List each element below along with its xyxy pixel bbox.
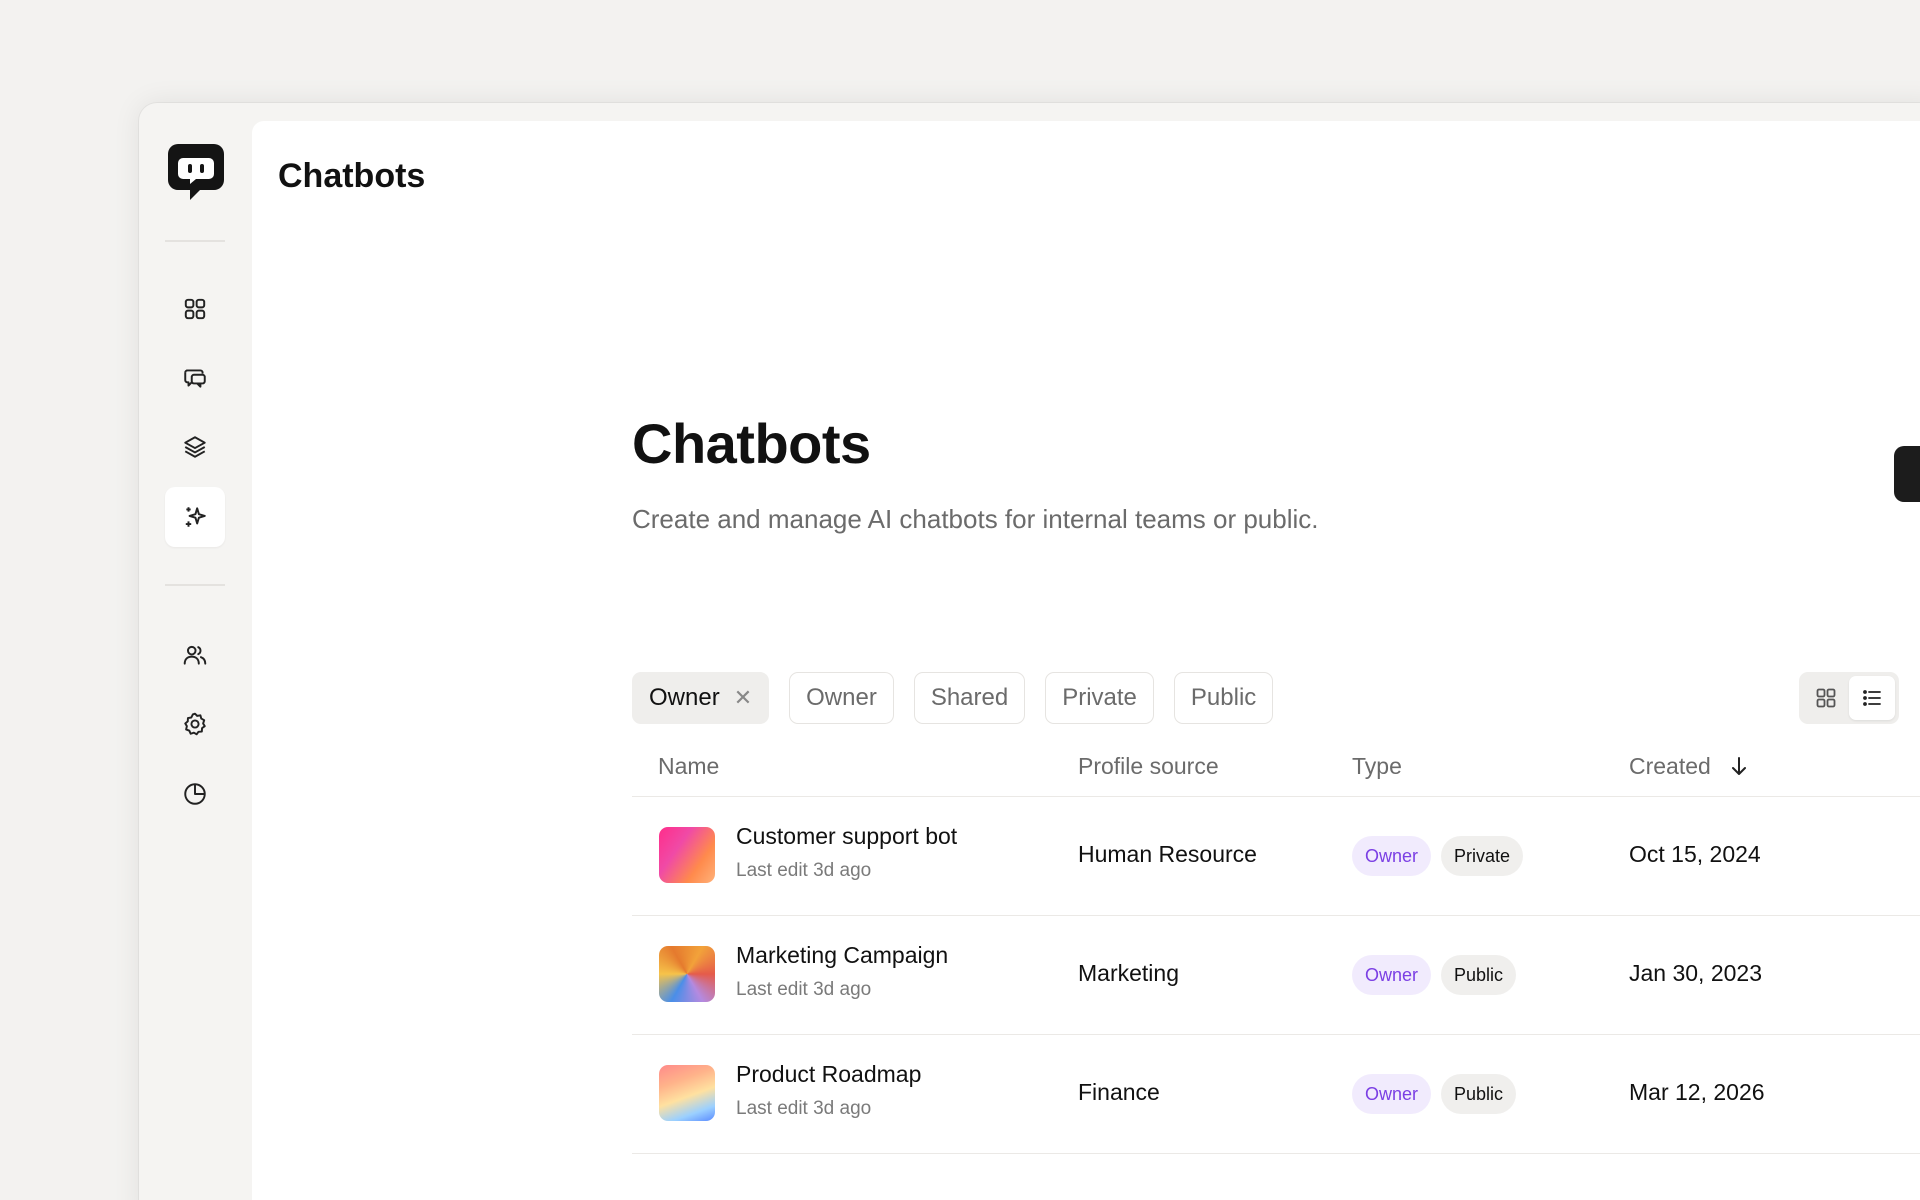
sidebar-item-dashboard[interactable] — [165, 279, 225, 339]
active-filter-label: Owner — [649, 684, 720, 711]
chatbot-avatar — [659, 827, 715, 883]
table-row[interactable]: Product Roadmap Last edit 3d ago Finance… — [632, 1035, 1920, 1154]
table-row[interactable]: Marketing Campaign Last edit 3d ago Mark… — [632, 916, 1920, 1035]
column-header-type[interactable]: Type — [1352, 753, 1402, 780]
visibility-badge: Private — [1441, 836, 1524, 876]
filter-chip-public[interactable]: Public — [1173, 672, 1274, 724]
column-header-created[interactable]: Created — [1629, 753, 1749, 780]
chatbots-table: Name Profile source Type Created A Custo… — [632, 741, 1920, 1154]
created-date: Mar 12, 2026 — [1629, 1079, 1765, 1105]
table-row[interactable]: Customer support bot Last edit 3d ago Hu… — [632, 797, 1920, 916]
filter-chip-shared[interactable]: Shared — [913, 672, 1026, 724]
type-badges: Owner Public — [1352, 1074, 1517, 1114]
gear-icon — [184, 712, 206, 736]
sparkles-icon — [185, 507, 206, 527]
chatbot-name[interactable]: Product Roadmap — [736, 1061, 921, 1088]
grid-view-button[interactable] — [1803, 676, 1849, 720]
last-edit-text: Last edit 3d ago — [736, 1098, 872, 1119]
filter-chip-private[interactable]: Private — [1045, 672, 1154, 724]
layers-icon — [184, 436, 206, 458]
create-chatbot-button[interactable] — [1894, 446, 1920, 502]
chatbot-avatar — [659, 946, 715, 1002]
visibility-badge: Public — [1441, 1074, 1517, 1114]
sidebar-item-team[interactable] — [165, 625, 225, 685]
active-filter-chip[interactable]: Owner ✕ — [632, 672, 770, 724]
filter-bar: Owner ✕ Owner Shared Private Public — [632, 672, 1274, 724]
sidebar-divider — [165, 584, 225, 586]
column-header-created-label: Created — [1629, 753, 1711, 779]
list-view-icon — [1863, 690, 1881, 706]
app-window: Chatbots Chatbots Create and manage AI c… — [139, 103, 1920, 1200]
close-icon[interactable]: ✕ — [734, 685, 752, 711]
sidebar-item-chats[interactable] — [165, 348, 225, 408]
grid-view-icon — [1816, 688, 1836, 708]
list-view-button[interactable] — [1849, 676, 1895, 720]
profile-source: Marketing — [1078, 960, 1179, 986]
view-toggle — [1799, 672, 1899, 724]
pie-chart-icon — [184, 783, 206, 805]
last-edit-text: Last edit 3d ago — [736, 860, 872, 881]
profile-source: Human Resource — [1078, 841, 1257, 867]
main-panel: Chatbots Chatbots Create and manage AI c… — [252, 121, 1920, 1200]
topbar-title: Chatbots — [278, 157, 426, 195]
sidebar-item-chatbots[interactable] — [165, 487, 225, 547]
chatbot-avatar — [659, 1065, 715, 1121]
type-badges: Owner Public — [1352, 955, 1517, 995]
sidebar — [139, 103, 252, 1200]
chat-bubble-logo-icon[interactable] — [166, 140, 226, 204]
visibility-badge: Public — [1441, 955, 1517, 995]
created-date: Oct 15, 2024 — [1629, 841, 1761, 867]
owner-badge: Owner — [1352, 1074, 1432, 1114]
column-header-profile-source[interactable]: Profile source — [1078, 753, 1219, 780]
table-header: Name Profile source Type Created A — [632, 741, 1920, 797]
arrow-down-icon — [1732, 757, 1747, 775]
chatbot-name[interactable]: Marketing Campaign — [736, 942, 948, 969]
chat-icon — [184, 369, 206, 388]
page-title: Chatbots — [632, 412, 871, 475]
sidebar-item-analytics[interactable] — [165, 764, 225, 824]
sidebar-item-settings[interactable] — [165, 694, 225, 754]
filter-chip-owner[interactable]: Owner — [789, 672, 894, 724]
chatbot-name[interactable]: Customer support bot — [736, 823, 957, 850]
owner-badge: Owner — [1352, 836, 1432, 876]
column-header-name[interactable]: Name — [658, 753, 719, 780]
grid-icon — [184, 298, 206, 320]
type-badges: Owner Private — [1352, 836, 1524, 876]
owner-badge: Owner — [1352, 955, 1432, 995]
created-date: Jan 30, 2023 — [1629, 960, 1763, 986]
page-subtitle: Create and manage AI chatbots for intern… — [632, 504, 1319, 534]
users-icon — [183, 645, 207, 665]
last-edit-text: Last edit 3d ago — [736, 979, 872, 1000]
profile-source: Finance — [1078, 1079, 1160, 1105]
sidebar-divider — [165, 240, 225, 242]
sidebar-item-knowledge[interactable] — [165, 417, 225, 477]
